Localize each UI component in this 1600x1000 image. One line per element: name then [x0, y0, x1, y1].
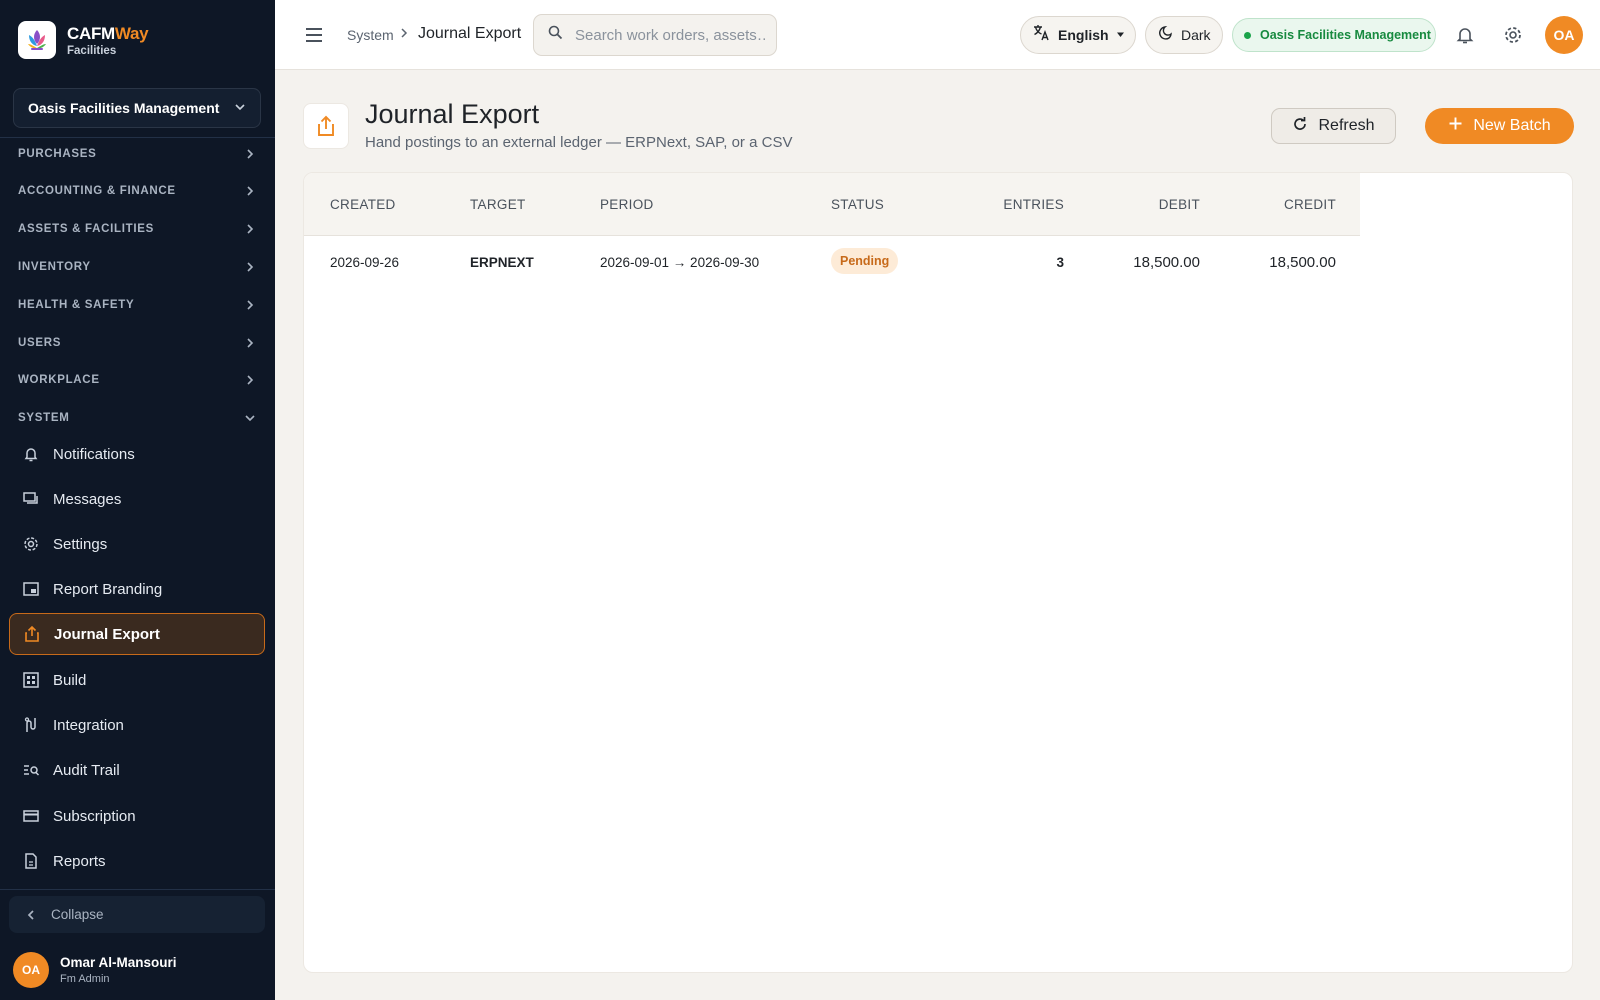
- integration-icon: [21, 715, 41, 735]
- sidebar-divider: [0, 889, 275, 890]
- card-icon: [21, 806, 41, 826]
- branding-icon: [21, 579, 41, 599]
- sidebar-item-report-branding[interactable]: Report Branding: [9, 568, 265, 610]
- column-header-credit[interactable]: CREDIT: [1216, 197, 1336, 212]
- collapse-button[interactable]: Collapse: [9, 896, 265, 933]
- user-name: Omar Al-Mansouri: [60, 955, 177, 970]
- export-icon: [303, 103, 349, 149]
- build-icon: [21, 670, 41, 690]
- cell-entries: 3: [1056, 255, 1064, 270]
- section-inventory[interactable]: INVENTORY: [0, 251, 275, 283]
- cell-credit: 18,500.00: [1269, 254, 1336, 271]
- chevron-right-icon: [247, 300, 254, 310]
- breadcrumb-parent[interactable]: System: [347, 27, 394, 43]
- column-header-target[interactable]: TARGET: [470, 197, 526, 212]
- chevron-right-icon: [399, 26, 409, 43]
- search-icon: [548, 25, 563, 45]
- column-header-entries[interactable]: ENTRIES: [944, 197, 1064, 212]
- refresh-icon: [1292, 116, 1308, 137]
- sidebar-item-integration[interactable]: Integration: [9, 704, 265, 746]
- chevron-right-icon: [247, 224, 254, 234]
- breadcrumb-current: Journal Export: [418, 25, 522, 42]
- gear-icon: [21, 534, 41, 554]
- table-row[interactable]: 2026-09-26 ERPNEXT 2026-09-01 → 2026-09-…: [304, 236, 1360, 288]
- column-header-debit[interactable]: DEBIT: [1080, 197, 1200, 212]
- page-title: Journal Export: [365, 99, 540, 129]
- new-batch-button[interactable]: New Batch: [1425, 108, 1574, 144]
- sidebar-item-subscription[interactable]: Subscription: [9, 795, 265, 837]
- chevron-right-icon: [247, 375, 254, 385]
- chevron-right-icon: [247, 262, 254, 272]
- user-profile[interactable]: OA Omar Al-Mansouri Fm Admin: [13, 952, 177, 988]
- batches-table: CREATED TARGET PERIOD STATUS ENTRIES DEB…: [303, 172, 1573, 973]
- sidebar: CAFMWay Facilities Oasis Facilities Mana…: [0, 0, 275, 1000]
- status-dot: [1244, 31, 1251, 39]
- section-accounting-finance[interactable]: ACCOUNTING & FINANCE: [0, 175, 275, 207]
- column-header-status[interactable]: STATUS: [831, 197, 884, 212]
- search-box[interactable]: [533, 14, 777, 56]
- status-badge: Pending: [831, 248, 899, 274]
- moon-icon: [1158, 25, 1174, 46]
- brand[interactable]: CAFMWay Facilities: [18, 20, 149, 60]
- cell-period: 2026-09-01 → 2026-09-30: [600, 255, 760, 270]
- org-status-badge: Oasis Facilities Management: [1232, 18, 1436, 52]
- section-system[interactable]: SYSTEM: [0, 402, 275, 434]
- sidebar-item-settings[interactable]: Settings: [9, 523, 265, 565]
- messages-icon: [21, 489, 41, 509]
- plus-icon: [1448, 116, 1463, 136]
- cell-debit: 18,500.00: [1133, 254, 1200, 271]
- notifications-bell-icon[interactable]: [1453, 23, 1477, 47]
- sidebar-item-reports[interactable]: Reports: [9, 840, 265, 882]
- topbar: System Journal Export English Dark Oasis…: [275, 0, 1600, 70]
- section-purchases[interactable]: PURCHASES: [0, 138, 275, 170]
- org-selector[interactable]: Oasis Facilities Management: [13, 88, 261, 128]
- table-header: CREATED TARGET PERIOD STATUS ENTRIES DEB…: [304, 173, 1360, 236]
- chevron-down-icon: [234, 101, 246, 116]
- chevron-right-icon: [247, 338, 254, 348]
- brand-name: CAFMWay: [67, 23, 149, 43]
- section-workplace[interactable]: WORKPLACE: [0, 364, 275, 396]
- sidebar-item-build[interactable]: Build: [9, 659, 265, 701]
- avatar[interactable]: OA: [1545, 16, 1583, 54]
- sidebar-item-journal-export[interactable]: Journal Export: [9, 613, 265, 655]
- section-health-safety[interactable]: HEALTH & SAFETY: [0, 289, 275, 321]
- refresh-button[interactable]: Refresh: [1271, 108, 1396, 144]
- user-role: Fm Admin: [60, 973, 110, 985]
- reports-icon: [21, 851, 41, 871]
- translate-icon: [1033, 24, 1050, 46]
- brand-subtitle: Facilities: [67, 44, 117, 57]
- chevron-right-icon: [247, 149, 254, 159]
- sidebar-item-notifications[interactable]: Notifications: [9, 433, 265, 475]
- theme-toggle[interactable]: Dark: [1145, 16, 1223, 54]
- avatar: OA: [13, 952, 49, 988]
- cell-created: 2026-09-26: [330, 255, 400, 270]
- sidebar-item-audit-trail[interactable]: Audit Trail: [9, 749, 265, 791]
- section-assets-facilities[interactable]: ASSETS & FACILITIES: [0, 213, 275, 245]
- page-subtitle: Hand postings to an external ledger — ER…: [365, 134, 793, 151]
- column-header-period[interactable]: PERIOD: [600, 197, 654, 212]
- audit-icon: [21, 760, 41, 780]
- language-select[interactable]: English: [1020, 16, 1136, 54]
- bell-icon: [21, 444, 41, 464]
- section-users[interactable]: USERS: [0, 327, 275, 359]
- column-header-created[interactable]: CREATED: [330, 197, 396, 212]
- export-icon: [22, 624, 42, 644]
- brand-logo-icon: [18, 21, 56, 59]
- sidebar-item-messages[interactable]: Messages: [9, 478, 265, 520]
- caret-down-icon: [1116, 26, 1125, 44]
- menu-icon[interactable]: [303, 24, 325, 46]
- search-input[interactable]: [575, 26, 765, 44]
- chevron-right-icon: [247, 186, 254, 196]
- chevron-left-icon: [27, 909, 34, 920]
- settings-gear-icon[interactable]: [1501, 23, 1525, 47]
- cell-target: ERPNEXT: [470, 255, 534, 270]
- chevron-down-icon: [245, 415, 255, 422]
- org-selector-label: Oasis Facilities Management: [28, 100, 220, 116]
